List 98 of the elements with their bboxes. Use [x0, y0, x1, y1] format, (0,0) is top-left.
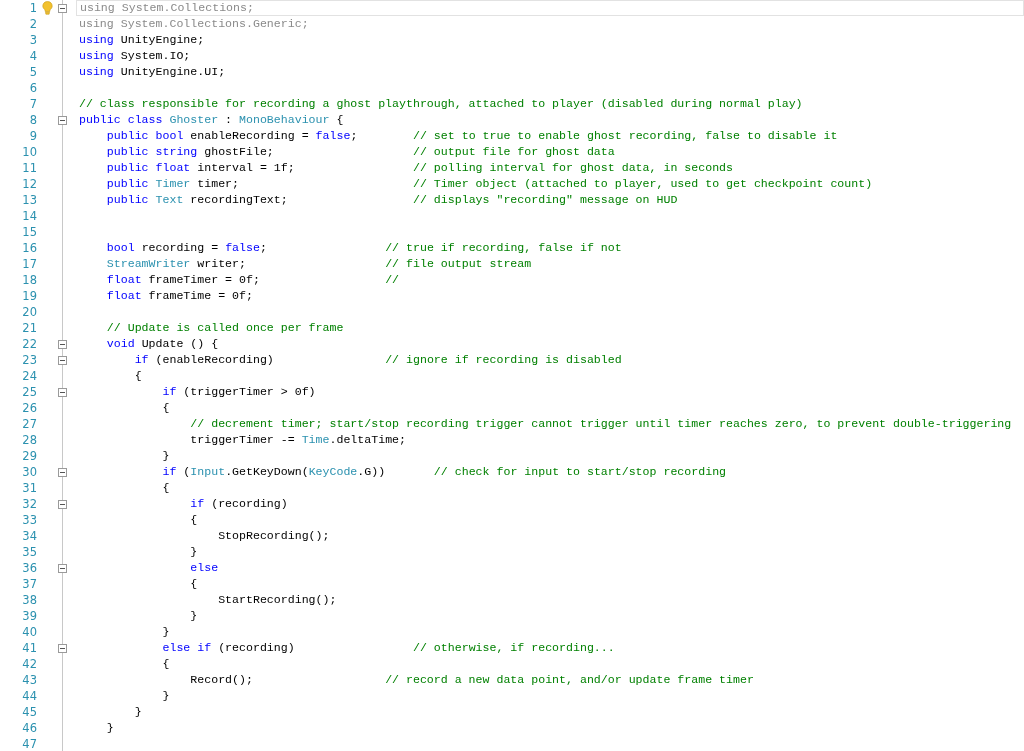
- line-number: 9: [28, 128, 37, 144]
- line-number: 46: [21, 720, 37, 736]
- line-number: 27: [21, 416, 37, 432]
- line-number: 33: [21, 512, 37, 528]
- line-number: 3: [28, 32, 37, 48]
- collapse-icon[interactable]: [58, 3, 67, 13]
- code-line: }: [161, 689, 170, 703]
- line-number: 37: [21, 576, 37, 592]
- code-line: using System.Collections;: [80, 1, 254, 15]
- code-line: }: [161, 625, 170, 639]
- code-line: {: [189, 513, 198, 527]
- line-number: 44: [21, 688, 37, 704]
- code-line: Record(); // record a new data point, and/or update frame timer: [189, 673, 754, 687]
- code-line: // class responsible for recording a ghost playthrough, attached to player (disabled during normal play): [79, 97, 803, 111]
- code-line: using UnityEngine.UI;: [79, 65, 226, 79]
- line-number: 41: [21, 640, 37, 656]
- code-line: else: [189, 561, 219, 575]
- line-number: 26: [21, 400, 37, 416]
- line-number: 4: [28, 48, 37, 64]
- code-line: else if (recording) // otherwise, if recording...: [161, 641, 615, 655]
- code-line: bool recording = false; // true if recording, false if not: [105, 241, 622, 255]
- code-line: {: [161, 401, 170, 415]
- code-line: if (recording): [189, 497, 288, 511]
- code-line: public Text recordingText; // displays "recording" message on HUD: [105, 193, 678, 207]
- code-line: }: [189, 545, 198, 559]
- code-line: StartRecording();: [217, 593, 337, 607]
- line-number: 31: [21, 480, 37, 496]
- code-line: {: [189, 577, 198, 591]
- code-line: StreamWriter writer; // file output stream: [105, 257, 532, 271]
- code-line: public float interval = 1f; // polling interval for ghost data, in seconds: [105, 161, 733, 175]
- line-number: 1: [28, 0, 37, 16]
- line-number: 22: [21, 336, 37, 352]
- collapse-icon[interactable]: [58, 115, 67, 125]
- line-number: 18: [21, 272, 37, 288]
- line-number: 38: [21, 592, 37, 608]
- line-number: 5: [28, 64, 37, 80]
- line-number: 32: [21, 496, 37, 512]
- line-number: 25: [21, 384, 37, 400]
- code-line: public class Ghoster : MonoBehaviour {: [79, 113, 344, 127]
- line-number: 29: [21, 448, 37, 464]
- line-number: 10: [21, 144, 37, 160]
- collapse-icon[interactable]: [58, 339, 67, 349]
- code-line: if (triggerTimer > 0f): [161, 385, 316, 399]
- collapse-icon[interactable]: [58, 387, 67, 397]
- code-line: public Timer timer; // Timer object (attached to player, used to get checkpoint count): [105, 177, 873, 191]
- line-number: 13: [21, 192, 37, 208]
- line-number: 35: [21, 544, 37, 560]
- code-line: using System.Collections.Generic;: [79, 17, 309, 31]
- line-number: 16: [21, 240, 37, 256]
- code-line: }: [133, 705, 142, 719]
- code-line: // Update is called once per frame: [105, 321, 344, 335]
- collapse-icon[interactable]: [58, 499, 67, 509]
- line-number: 23: [21, 352, 37, 368]
- code-line: if (enableRecording) // ignore if recording is disabled: [133, 353, 622, 367]
- line-number: 6: [28, 80, 37, 96]
- line-number: 40: [21, 624, 37, 640]
- line-number: 14: [21, 208, 37, 224]
- collapse-icon[interactable]: [58, 563, 67, 573]
- code-line: }: [161, 449, 170, 463]
- line-number: 8: [28, 112, 37, 128]
- line-number: 42: [21, 656, 37, 672]
- code-line: StopRecording();: [217, 529, 330, 543]
- line-number: 15: [21, 224, 37, 240]
- line-number: 12: [21, 176, 37, 192]
- code-line: // decrement timer; start/stop recording trigger cannot trigger until timer reaches zero, to prevent double-triggering: [189, 417, 1012, 431]
- code-line: }: [105, 721, 114, 735]
- line-number: 43: [21, 672, 37, 688]
- collapse-icon[interactable]: [58, 355, 67, 365]
- code-line: public string ghostFile; // output file for ghost data: [105, 145, 615, 159]
- line-number: 11: [21, 160, 37, 176]
- code-line: }: [189, 609, 198, 623]
- code-line: void Update () {: [105, 337, 219, 351]
- line-number: 24: [21, 368, 37, 384]
- line-number: 30: [21, 464, 37, 480]
- line-number: 21: [21, 320, 37, 336]
- line-number: 36: [21, 560, 37, 576]
- code-line: float frameTime = 0f;: [105, 289, 253, 303]
- line-number: 34: [21, 528, 37, 544]
- line-number: 7: [28, 96, 37, 112]
- code-line: using UnityEngine;: [79, 33, 205, 47]
- code-line: triggerTimer -= Time.deltaTime;: [189, 433, 406, 447]
- line-number: 2: [28, 16, 37, 32]
- line-number: 45: [21, 704, 37, 720]
- code-line: public bool enableRecording = false; // set to true to enable ghost recording, false to disable it: [105, 129, 838, 143]
- code-line: {: [161, 657, 170, 671]
- code-line: {: [133, 369, 142, 383]
- code-line: if (Input.GetKeyDown(KeyCode.G)) // check for input to start/stop recording: [161, 465, 727, 479]
- line-number: 20: [21, 304, 37, 320]
- code-line: float frameTimer = 0f; //: [105, 273, 400, 287]
- line-number: 47: [21, 736, 37, 751]
- line-number: 28: [21, 432, 37, 448]
- line-number: 17: [21, 256, 37, 272]
- line-number: 19: [21, 288, 37, 304]
- collapse-icon[interactable]: [58, 467, 67, 477]
- code-line: {: [161, 481, 170, 495]
- line-number: 39: [21, 608, 37, 624]
- code-line: using System.IO;: [79, 49, 191, 63]
- collapse-icon[interactable]: [58, 643, 67, 653]
